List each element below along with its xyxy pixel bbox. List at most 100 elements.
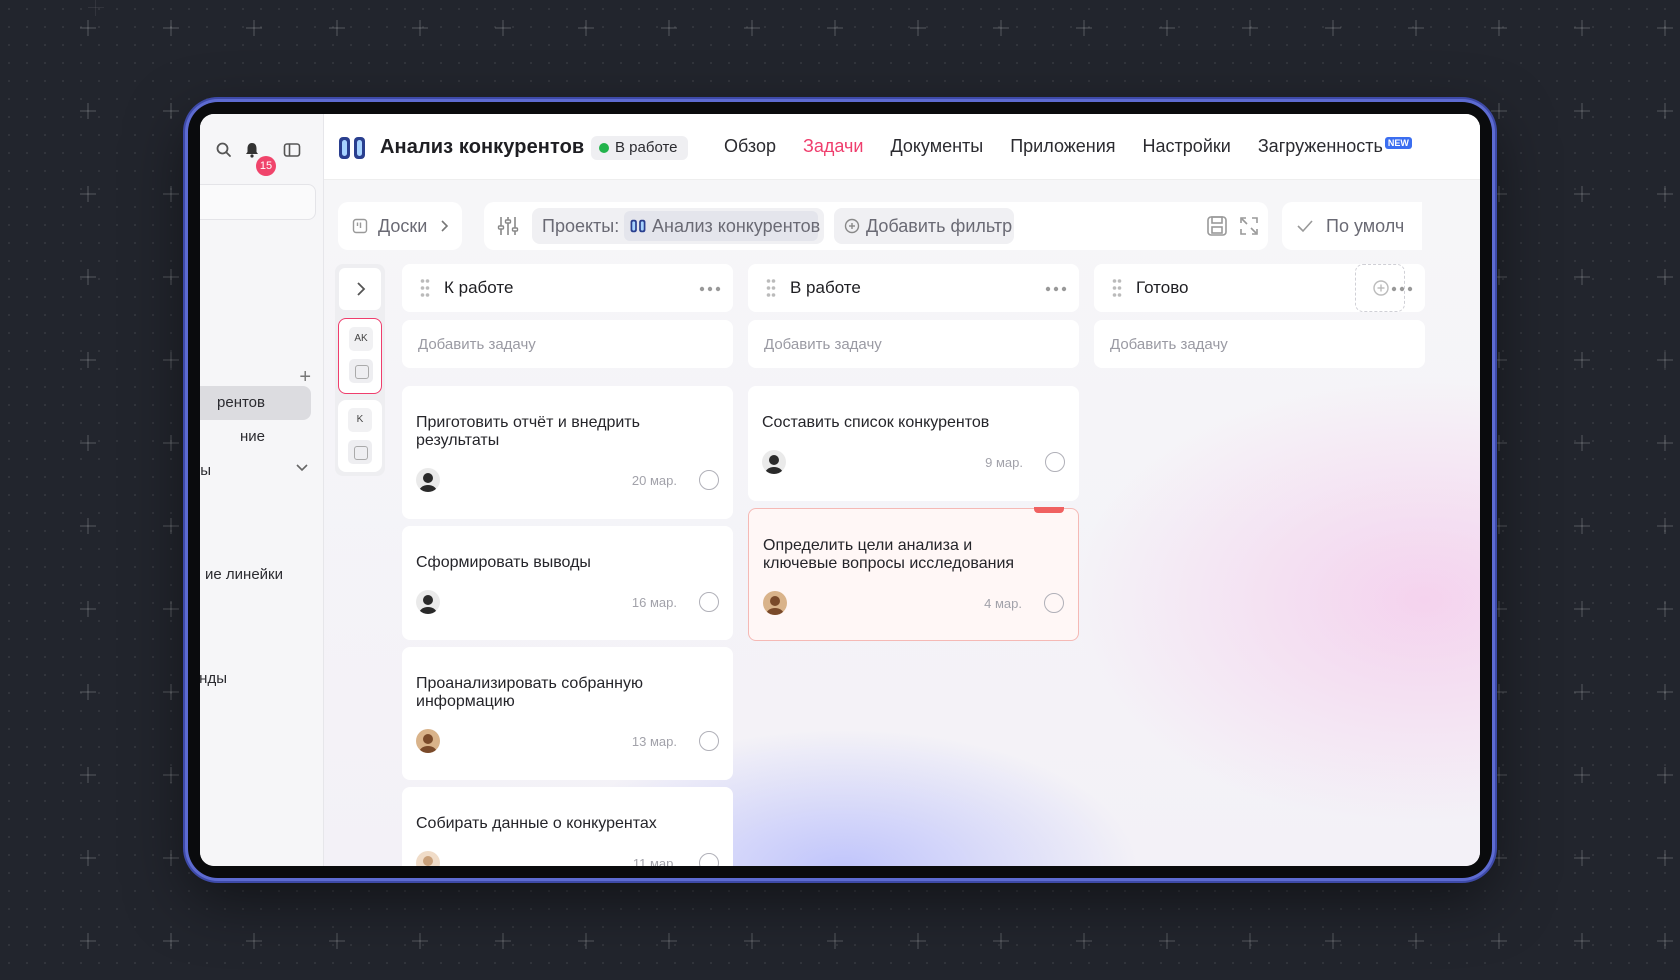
task-title: Приготовить отчёт и внедрить результаты [416,414,640,449]
task-card[interactable]: Проанализировать собранную информацию 13 … [402,647,733,780]
project-avatar: K [348,408,372,432]
grid-plus-mark [80,767,96,783]
drag-handle-icon[interactable] [766,278,776,298]
grid-plus-mark [1657,269,1673,285]
task-title: Определить цели анализа и ключевые вопро… [763,537,1015,572]
grid-plus-mark [1491,20,1507,36]
column-header[interactable]: В работе [748,264,1079,312]
complete-checkbox[interactable] [1045,452,1065,472]
sidebar-item-5[interactable]: анды [200,662,311,696]
tab-settings[interactable]: Настройки [1143,136,1231,157]
avatar[interactable] [416,851,440,866]
task-card[interactable]: Приготовить отчёт и внедрить результаты 2… [402,386,733,519]
add-column-button[interactable] [1355,264,1405,312]
tab-overview[interactable]: Обзор [724,136,776,157]
add-task-input[interactable]: Добавить задачу [1094,320,1425,368]
complete-checkbox[interactable] [699,592,719,612]
add-filter-label: Добавить фильтр [866,216,1013,236]
tab-documents[interactable]: Документы [890,136,983,157]
grid-plus-mark [1657,352,1673,368]
grid-plus-mark [1491,767,1507,783]
due-date: 4 мар. [984,596,1022,611]
add-filter-button[interactable]: Добавить фильтр [834,208,1014,244]
more-options-icon[interactable] [699,286,721,292]
boards-label: Доски [378,216,428,236]
grid-plus-mark [163,850,179,866]
page-title: Анализ конкурентов [380,136,585,158]
grid-plus-mark [80,103,96,119]
task-card[interactable]: Определить цели анализа и ключевые вопро… [748,507,1079,641]
project-gutter: AK K [335,264,385,476]
project-group-active[interactable]: AK [338,318,382,394]
view-selector[interactable]: По умолч [1282,202,1422,250]
project-avatar: AK [349,327,373,351]
due-date: 16 мар. [631,595,677,610]
app-screen: 15 + рентов ние ты ие линейки анды [200,114,1480,866]
avatar[interactable] [416,729,440,753]
column-header[interactable]: К работе [402,264,733,312]
grid-plus-mark [1491,933,1507,949]
avatar[interactable] [763,591,787,615]
project-filter-chip[interactable]: Проекты: Анализ конкурентов [532,208,824,244]
complete-checkbox[interactable] [699,853,719,866]
avatar[interactable] [416,590,440,614]
grid-plus-mark [80,186,96,202]
project-group[interactable]: K [338,400,382,472]
status-badge[interactable]: В работе [591,136,688,160]
sidebar-toggle-icon[interactable] [282,140,302,160]
task-card[interactable]: Сформировать выводы 16 мар. [402,526,733,640]
avatar[interactable] [762,450,786,474]
grid-plus-mark [163,186,179,202]
grid-plus-mark [1242,20,1258,36]
column-title: К работе [444,278,514,297]
filter-sliders-icon[interactable] [496,214,520,238]
grid-plus-mark [163,352,179,368]
grid-plus-mark [1159,20,1175,36]
grid-plus-mark [1491,352,1507,368]
drag-handle-icon[interactable] [420,278,430,298]
grid-plus-mark [163,269,179,285]
task-card[interactable]: Составить список конкурентов 9 мар. [748,386,1079,501]
search-icon[interactable] [214,140,234,160]
avatar-image [766,596,784,615]
more-options-icon[interactable] [1045,286,1067,292]
add-task-input[interactable]: Добавить задачу [748,320,1079,368]
grid-plus-mark [80,933,96,949]
project-tag[interactable]: Анализ конкурентов [624,211,820,241]
boards-switcher[interactable]: Доски [338,202,462,250]
complete-checkbox[interactable] [699,470,719,490]
check-icon [1297,220,1313,233]
tab-apps[interactable]: Приложения [1010,136,1115,157]
grid-plus-mark [744,933,760,949]
tab-workload[interactable]: Загруженность NEW [1258,136,1412,157]
project-logo-icon [630,219,646,233]
sidebar-item-2[interactable]: ние [200,420,311,454]
task-card[interactable]: Собирать данные о конкурентах 11 мар. [402,787,733,866]
grid-plus-mark [246,933,262,949]
sidebar-search-input[interactable] [200,184,316,220]
task-title: Собирать данные о конкурентах [416,815,657,832]
grid-plus-mark [1325,933,1341,949]
sidebar-item-competitors[interactable]: рентов [200,386,311,420]
board-icon [348,440,372,464]
expand-gutter-button[interactable] [339,268,381,310]
save-icon[interactable] [1206,215,1228,237]
grid-plus-mark [1408,20,1424,36]
sidebar-item-label: анды [200,670,227,687]
tab-tasks[interactable]: Задачи [803,136,863,157]
complete-checkbox[interactable] [1044,593,1064,613]
grid-plus-mark [80,601,96,617]
complete-checkbox[interactable] [699,731,719,751]
sidebar-item-4[interactable]: ие линейки [200,558,311,592]
add-task-input[interactable]: Добавить задачу [402,320,733,368]
avatar[interactable] [416,468,440,492]
grid-plus-mark [246,20,262,36]
project-header: Анализ конкурентов В работе Обзор Задачи… [324,114,1480,180]
grid-plus-mark [1491,435,1507,451]
chevron-down-icon[interactable] [295,460,309,474]
grid-plus-mark [1657,933,1673,949]
grid-plus-mark [744,20,760,36]
fullscreen-icon[interactable] [1238,215,1260,237]
drag-handle-icon[interactable] [1112,278,1122,298]
grid-plus-mark [1491,269,1507,285]
